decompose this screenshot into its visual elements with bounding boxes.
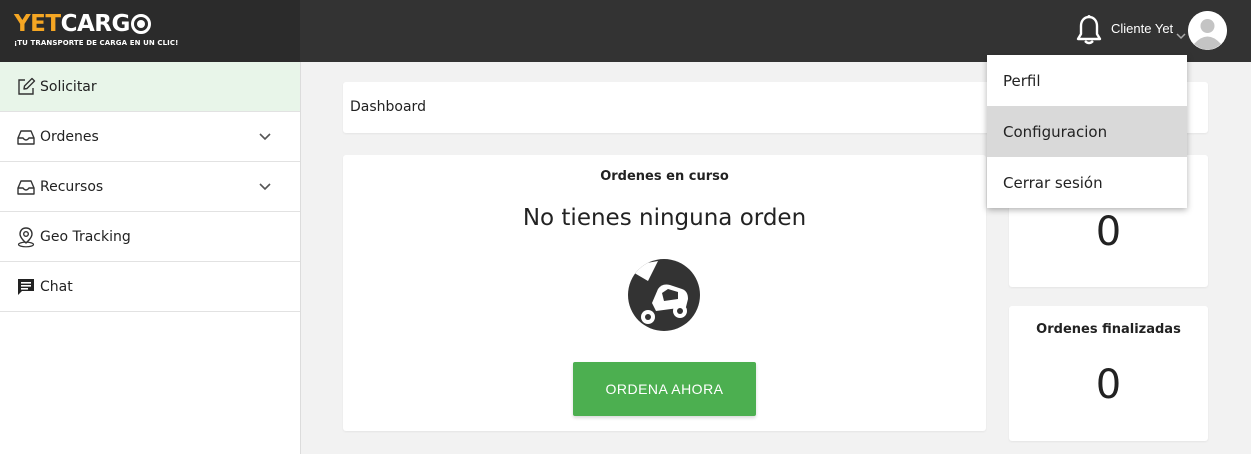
orders-in-progress-card: Ordenes en curso No tienes ninguna orden… — [343, 155, 986, 431]
map-pin-icon — [16, 226, 36, 247]
chevron-down-icon[interactable] — [258, 179, 272, 193]
sidebar-item-geo-tracking[interactable]: Geo Tracking — [0, 212, 300, 262]
brand-tagline: ¡TU TRANSPORTE DE CARGA EN UN CLIC! — [14, 39, 179, 47]
sidebar-item-solicitar[interactable]: Solicitar — [0, 62, 300, 112]
brand-name-part2: CARG — [60, 11, 131, 37]
edit-icon — [16, 77, 36, 97]
sidebar: Solicitar Ordenes Recursos Geo Tracking … — [0, 62, 301, 454]
chevron-down-icon[interactable] — [1176, 25, 1186, 44]
stat-card-finalized: Ordenes finalizadas 0 — [1009, 306, 1208, 441]
chevron-down-icon[interactable] — [258, 129, 272, 143]
sidebar-item-chat[interactable]: Chat — [0, 262, 300, 312]
sidebar-item-label: Solicitar — [40, 78, 97, 95]
sidebar-item-recursos[interactable]: Recursos — [0, 162, 300, 212]
user-avatar-icon[interactable] — [1188, 11, 1227, 50]
logo-area: YET CARG ¡TU TRANSPORTE DE CARGA EN UN CL… — [0, 0, 300, 62]
user-name[interactable]: Cliente Yet — [1111, 21, 1173, 36]
breadcrumb-label[interactable]: Dashboard — [350, 99, 426, 115]
chat-icon — [16, 277, 36, 297]
brand-logo[interactable]: YET CARG ¡TU TRANSPORTE DE CARGA EN UN CL… — [14, 12, 178, 47]
sidebar-item-label: Chat — [40, 278, 73, 295]
stat-value: 0 — [1095, 209, 1122, 255]
user-dropdown-menu: Perfil Configuracion Cerrar sesión — [987, 55, 1187, 208]
sidebar-item-label: Recursos — [40, 178, 104, 195]
bell-icon[interactable] — [1074, 14, 1104, 46]
menu-item-cerrar-sesion[interactable]: Cerrar sesión — [987, 157, 1187, 208]
card-title: Ordenes en curso — [600, 169, 729, 184]
sidebar-item-label: Geo Tracking — [40, 228, 131, 245]
sidebar-item-label: Ordenes — [40, 128, 99, 145]
menu-item-configuracion[interactable]: Configuracion — [987, 106, 1187, 157]
overturned-car-icon — [628, 259, 700, 331]
inbox-icon — [16, 127, 36, 147]
brand-wordmark: YET CARG — [14, 12, 178, 36]
stat-title: Ordenes finalizadas — [1036, 322, 1181, 337]
logo-wheel-icon — [130, 14, 151, 34]
order-now-button[interactable]: ORDENA AHORA — [573, 362, 756, 416]
stat-value: 0 — [1095, 362, 1122, 408]
menu-item-perfil[interactable]: Perfil — [987, 55, 1187, 106]
inbox-icon — [16, 177, 36, 197]
sidebar-item-ordenes[interactable]: Ordenes — [0, 112, 300, 162]
empty-message: No tienes ninguna orden — [522, 205, 807, 231]
top-bar: YET CARG ¡TU TRANSPORTE DE CARGA EN UN CL… — [0, 0, 1251, 62]
brand-name-part1: YET — [14, 11, 61, 37]
